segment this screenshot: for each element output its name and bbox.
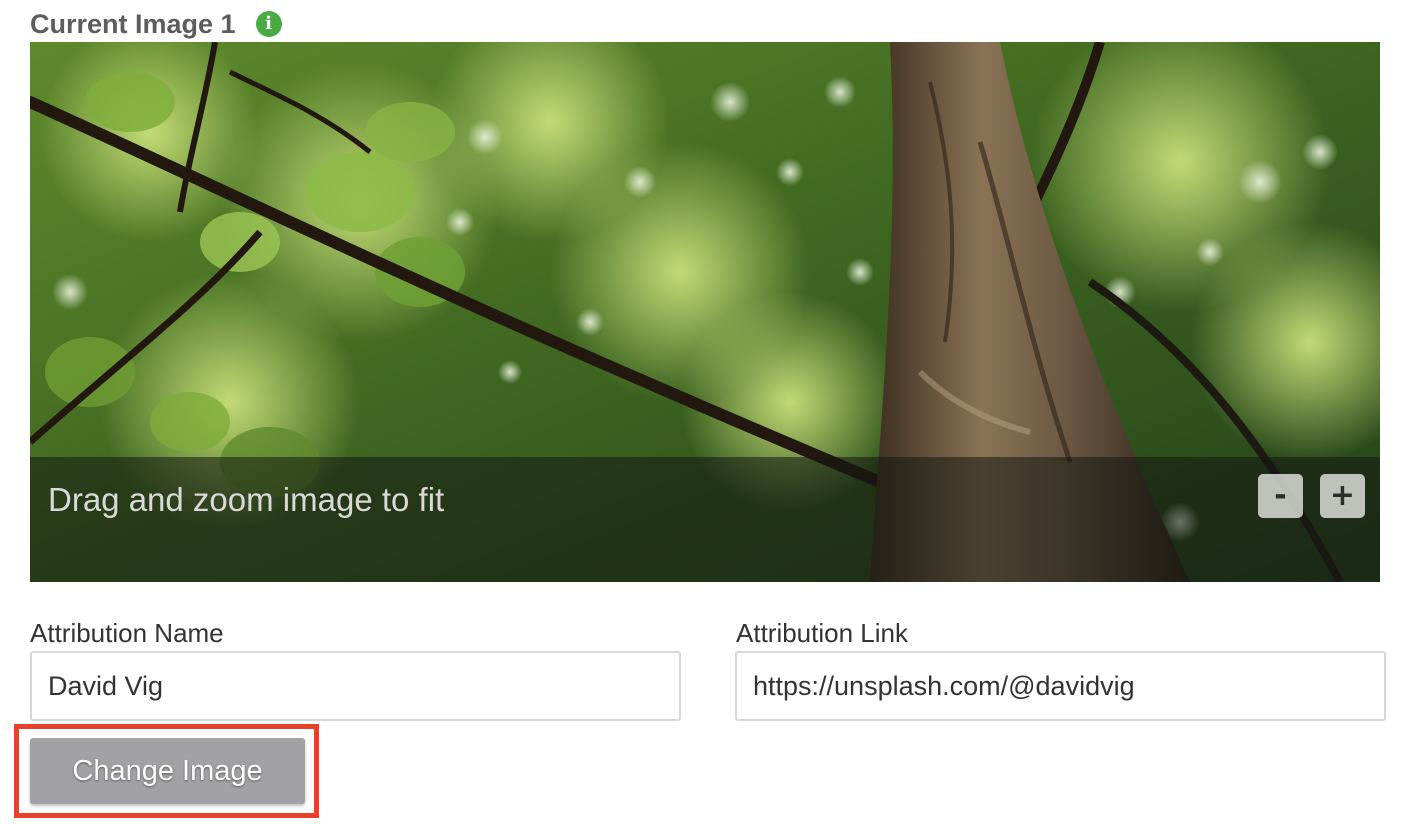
- attribution-name-label: Attribution Name: [30, 618, 224, 648]
- page-title: Current Image 1: [30, 8, 236, 39]
- info-icon[interactable]: i: [255, 11, 282, 37]
- section-header: Current Image 1 i: [30, 6, 282, 42]
- attribution-link-label: Attribution Link: [736, 618, 908, 648]
- zoom-out-button[interactable]: -: [1258, 474, 1303, 518]
- change-image-button[interactable]: Change Image: [30, 738, 305, 804]
- zoom-hint-text: Drag and zoom image to fit: [48, 481, 445, 518]
- attribution-name-field[interactable]: [30, 651, 681, 721]
- attribution-link-field[interactable]: [735, 651, 1386, 721]
- zoom-in-button[interactable]: +: [1320, 474, 1365, 518]
- zoom-toolbar: Drag and zoom image to fit - +: [30, 457, 1380, 582]
- image-cropper[interactable]: Drag and zoom image to fit - +: [30, 42, 1380, 582]
